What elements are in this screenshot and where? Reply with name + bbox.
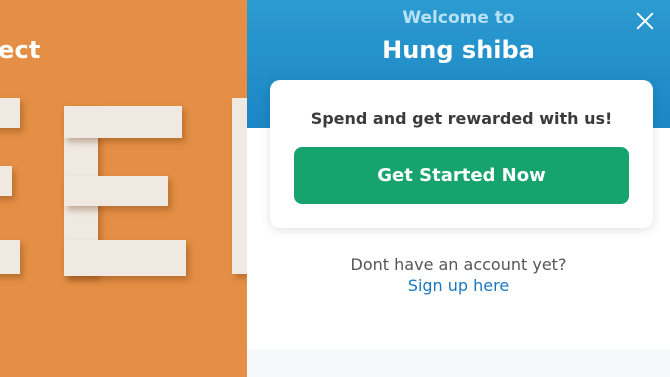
get-started-button[interactable]: Get Started Now [294, 147, 629, 204]
rewards-card: Spend and get rewarded with us! Get Star… [270, 80, 653, 228]
sign-up-link[interactable]: Sign up here [247, 276, 670, 295]
letter-tile [0, 98, 20, 128]
letter-tile [64, 176, 168, 206]
close-icon[interactable] [632, 8, 658, 34]
rewards-message: Spend and get rewarded with us! [310, 109, 613, 128]
no-account-text: Dont have an account yet? [350, 255, 567, 274]
bottom-strip [247, 350, 670, 377]
background-heading: ect [0, 36, 41, 64]
background-photo: ect [0, 0, 247, 377]
letter-tile [0, 240, 20, 274]
letter-tile [64, 240, 186, 276]
rewards-widget-panel: Welcome to Hung shiba Spend and get rewa… [247, 0, 670, 377]
welcome-text: Welcome to [402, 8, 515, 28]
shop-name: Hung shiba [382, 36, 535, 64]
letter-tile [0, 166, 12, 196]
letter-tile [64, 106, 182, 138]
letter-tile [232, 98, 247, 274]
